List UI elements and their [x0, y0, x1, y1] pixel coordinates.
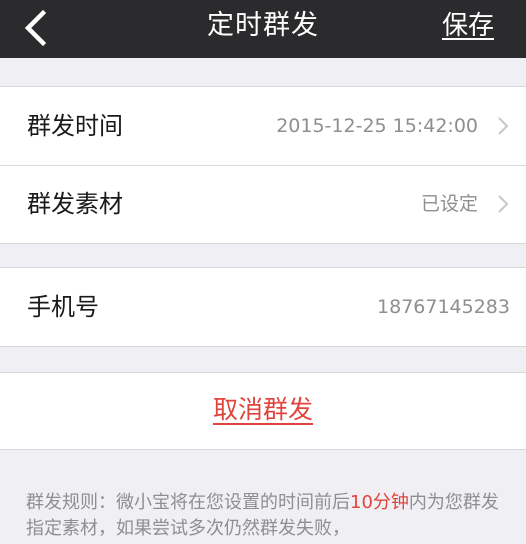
cancel-group: 取消群发	[0, 372, 526, 450]
send-material-label: 群发素材	[27, 190, 123, 218]
chevron-right-icon	[498, 117, 509, 135]
phone-value: 18767145283	[377, 296, 510, 318]
broadcast-rules-text: 群发规则：微小宝将在您设置的时间前后10分钟内为您群发指定素材，如果尝试多次仍然…	[26, 490, 506, 542]
cancel-broadcast-label: 取消群发	[212, 395, 313, 424]
send-material-value: 已设定	[420, 193, 478, 215]
send-time-value: 2015-12-25 15:42:00	[276, 115, 478, 137]
navigation-bar: 定时群发 保存	[0, 0, 526, 58]
chevron-right-icon	[498, 195, 509, 213]
phone-row: 手机号 18767145283	[0, 268, 526, 346]
rules-highlight: 10分钟	[350, 492, 409, 513]
schedule-settings-group: 群发时间 2015-12-25 15:42:00 群发素材 已设定	[0, 86, 526, 244]
save-button[interactable]: 保存	[442, 0, 494, 58]
cancel-broadcast-button[interactable]: 取消群发	[0, 373, 526, 449]
phone-group: 手机号 18767145283	[0, 267, 526, 347]
phone-label: 手机号	[27, 293, 99, 321]
send-time-row[interactable]: 群发时间 2015-12-25 15:42:00	[0, 87, 526, 165]
send-material-row[interactable]: 群发素材 已设定	[0, 165, 526, 243]
rules-prefix: 群发规则：微小宝将在您设置的时间前后	[26, 492, 350, 513]
send-time-label: 群发时间	[27, 112, 123, 140]
